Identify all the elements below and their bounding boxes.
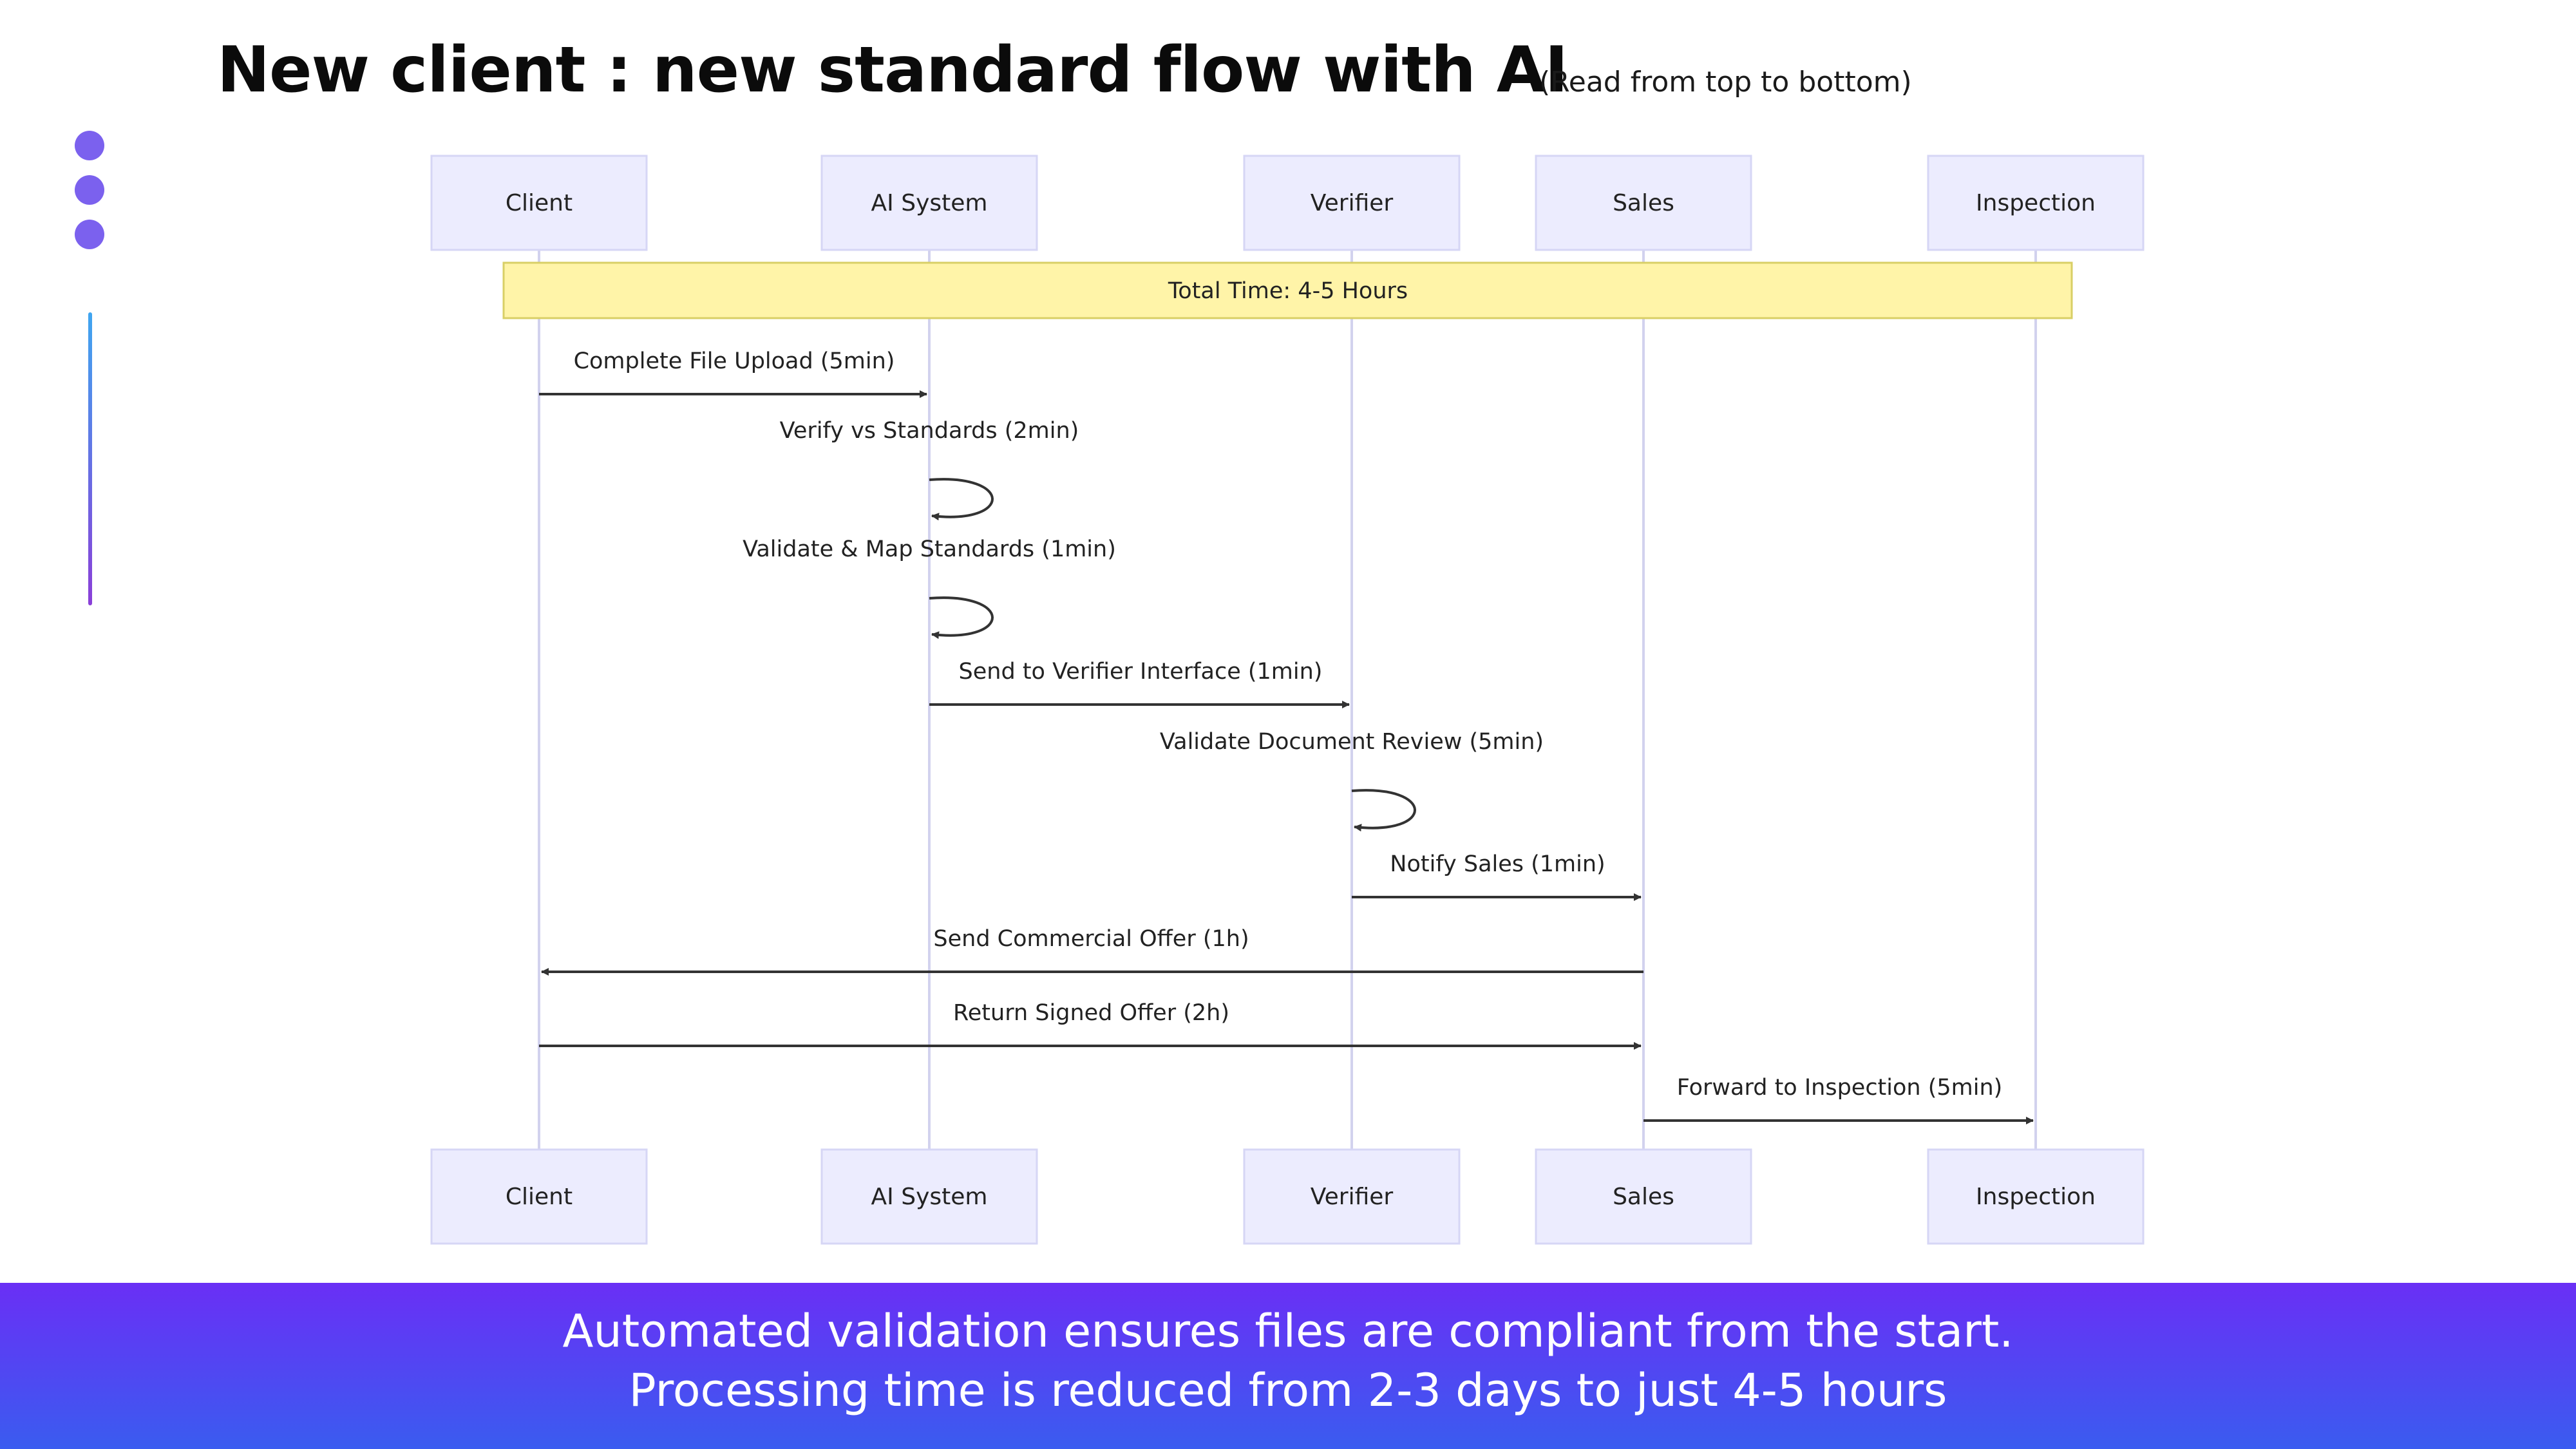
message-label: Send Commercial Offer (1h) [933,926,1249,952]
footer-banner: Automated validation ensures files are c… [0,1283,2576,1449]
participant-label: Sales [1613,1184,1674,1210]
participant-label: Verifier [1311,1184,1394,1210]
message-label: Forward to Inspection (5min) [1677,1075,2003,1101]
message-label: Validate & Map Standards (1min) [743,536,1116,562]
footer-line-2: Processing time is reduced from 2-3 days… [629,1364,1947,1417]
self-message-arrow [1351,789,1416,832]
footer-line-1: Automated validation ensures files are c… [562,1305,2014,1358]
participant-label: AI System [871,190,988,216]
participant-label: Inspection [1976,190,2096,216]
message-label: Validate Document Review (5min) [1160,729,1544,755]
note-label: Total Time: 4-5 Hours [1168,278,1408,304]
self-message-arrow [929,478,994,521]
message-label: Verify vs Standards (2min) [780,418,1079,444]
participant-label: Sales [1613,190,1674,216]
participant-label: Client [506,190,573,216]
participant-label: Verifier [1311,190,1394,216]
message-label: Complete File Upload (5min) [574,348,895,374]
participant-label: AI System [871,1184,988,1210]
participant-label: Client [506,1184,573,1210]
message-label: Notify Sales (1min) [1390,851,1605,877]
message-label: Return Signed Offer (2h) [953,1000,1229,1026]
self-message-arrow [929,596,994,639]
message-label: Send to Verifier Interface (1min) [959,659,1323,685]
sequence-diagram: Client Client AI System AI System Verifier Ve… [430,155,2145,1245]
participant-label: Inspection [1976,1184,2096,1210]
